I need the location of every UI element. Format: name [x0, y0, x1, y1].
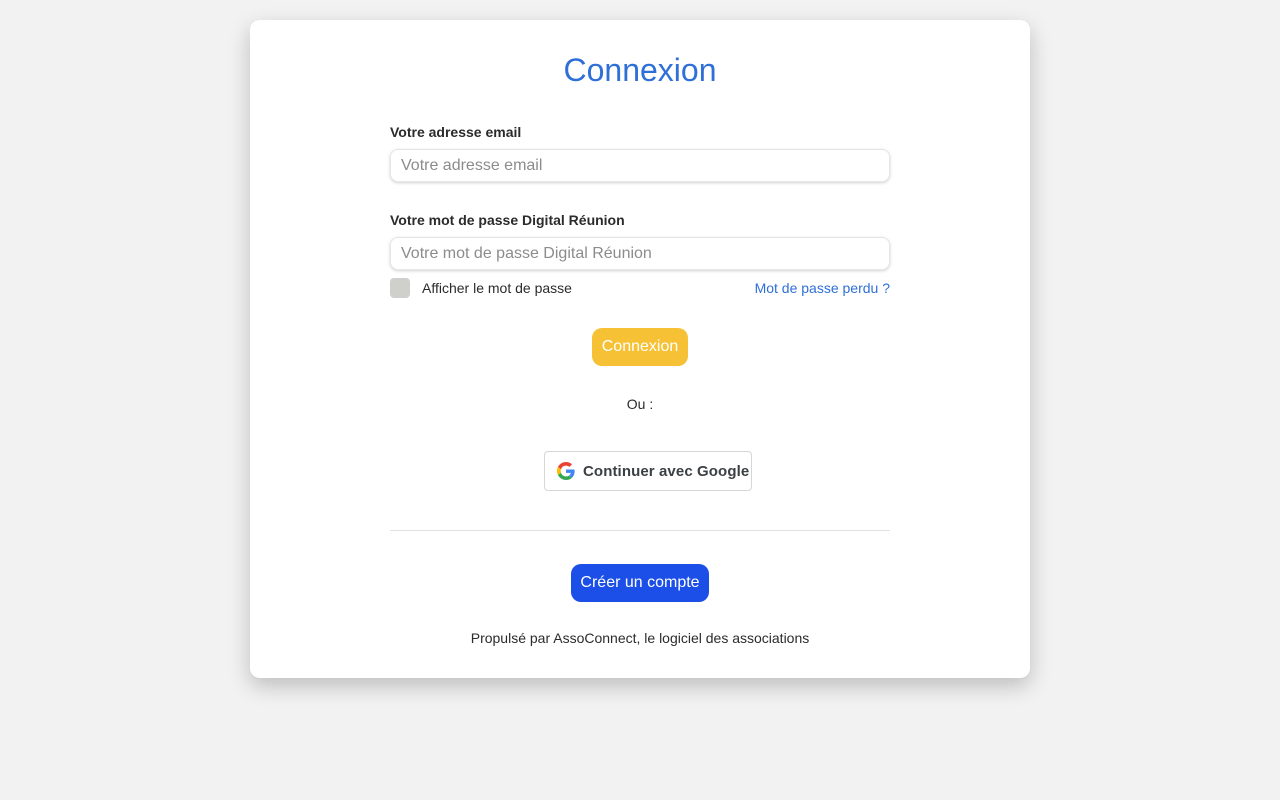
- divider: [390, 530, 890, 531]
- email-label: Votre adresse email: [390, 124, 522, 140]
- show-password-checkbox[interactable]: [390, 278, 410, 298]
- google-button-label: Continuer avec Google: [583, 463, 750, 480]
- or-separator: Ou :: [626, 396, 654, 412]
- email-field[interactable]: [390, 149, 890, 182]
- password-field[interactable]: [390, 237, 890, 270]
- google-login-button[interactable]: Continuer avec Google: [544, 451, 752, 491]
- footer-powered-by: Propulsé par AssoConnect, le logiciel de…: [470, 630, 810, 646]
- page-title: Connexion: [563, 52, 717, 88]
- password-label: Votre mot de passe Digital Réunion: [390, 212, 625, 228]
- forgot-password-link[interactable]: Mot de passe perdu ?: [755, 280, 890, 296]
- google-g-icon: [557, 462, 575, 480]
- show-password-label[interactable]: Afficher le mot de passe: [422, 280, 572, 296]
- login-button[interactable]: Connexion: [592, 328, 688, 366]
- login-card: Connexion Votre adresse email Votre mot …: [250, 20, 1030, 678]
- create-account-button[interactable]: Créer un compte: [571, 564, 709, 602]
